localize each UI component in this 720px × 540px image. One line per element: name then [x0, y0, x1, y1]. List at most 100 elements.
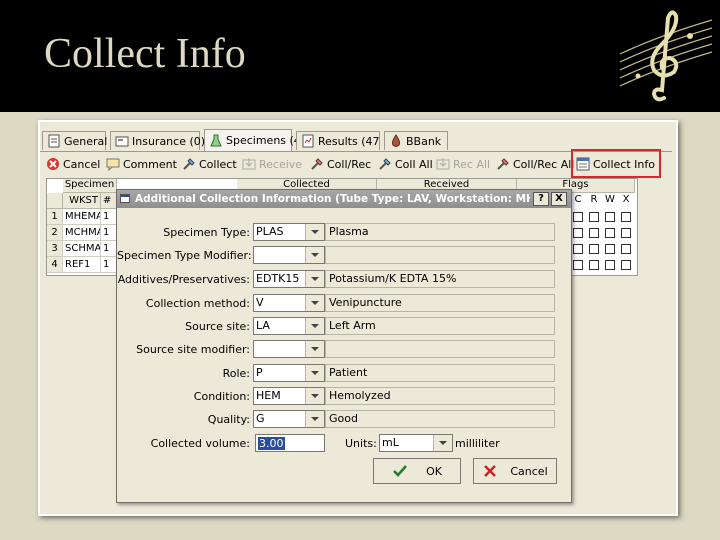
chevron-down-icon [311, 301, 319, 305]
flag-checkbox[interactable] [589, 212, 599, 222]
dialog-title-bar[interactable]: Additional Collection Information (Tube … [117, 190, 571, 208]
flag-checkbox[interactable] [573, 244, 583, 254]
rec-all-icon [436, 157, 450, 171]
window-icon [120, 194, 130, 203]
dropdown-button[interactable] [305, 365, 324, 381]
collect-info-highlight [571, 149, 661, 178]
receive-label: Receive [259, 157, 303, 171]
flag-checkbox[interactable] [605, 228, 615, 238]
description-field: Venipuncture [325, 294, 555, 312]
collect-icon [182, 157, 196, 171]
condition-combo[interactable]: HEM [253, 387, 325, 405]
dropdown-button[interactable] [305, 224, 324, 240]
role-combo[interactable]: P [253, 364, 325, 382]
flag-checkbox[interactable] [573, 260, 583, 270]
insurance-icon [115, 134, 129, 148]
coll-all-button[interactable]: Coll All [378, 155, 433, 173]
flag-checkbox[interactable] [589, 244, 599, 254]
cancel-button[interactable]: Cancel [46, 155, 100, 173]
tab-insurance[interactable]: Insurance (0) [110, 131, 205, 150]
chevron-down-icon [311, 230, 319, 234]
cancel-x-icon [482, 463, 498, 479]
tab-label: BBank [406, 134, 442, 148]
screenshot-frame: General Insurance (0) Specimens (4) Resu… [38, 120, 678, 516]
column-header-wkst[interactable]: WKST [63, 193, 101, 209]
tab-results[interactable]: Results (47 [296, 131, 380, 150]
coll-all-icon [378, 157, 392, 171]
dropdown-button[interactable] [305, 388, 324, 404]
collection-info-dialog: Additional Collection Information (Tube … [116, 189, 572, 503]
dialog-cancel-button[interactable]: Cancel [473, 458, 557, 484]
flag-checkbox[interactable] [589, 260, 599, 270]
field-label: Quality: [207, 413, 250, 426]
rec-all-button[interactable]: Rec All [436, 155, 490, 173]
description-field: Left Arm [325, 317, 555, 335]
slide-header: Collect Info [0, 0, 720, 112]
application-window: General Insurance (0) Specimens (4) Resu… [40, 122, 676, 514]
volume-value: 3.00 [258, 437, 285, 450]
coll-rec-button[interactable]: Coll/Rec [310, 155, 371, 173]
flag-checkbox[interactable] [621, 212, 631, 222]
dropdown-button[interactable] [433, 435, 452, 451]
dropdown-button[interactable] [305, 295, 324, 311]
chevron-down-icon [311, 277, 319, 281]
tab-specimens[interactable]: Specimens (4) [204, 129, 305, 151]
dropdown-button[interactable] [305, 271, 324, 287]
coll-rec-all-button[interactable]: Coll/Rec All [496, 155, 574, 173]
flag-checkbox[interactable] [605, 260, 615, 270]
coll-rec-all-label: Coll/Rec All [513, 157, 575, 171]
flag-checkbox[interactable] [589, 228, 599, 238]
tab-general[interactable]: General [42, 131, 107, 150]
dropdown-button[interactable] [305, 318, 324, 334]
group-header-specimen: Specimen [63, 179, 117, 193]
flag-checkbox[interactable] [573, 212, 583, 222]
flag-checkbox[interactable] [621, 228, 631, 238]
flag-checkbox[interactable] [621, 260, 631, 270]
collect-label: Collect [199, 157, 237, 171]
slide-title: Collect Info [44, 31, 246, 77]
chevron-down-icon [311, 324, 319, 328]
ok-button[interactable]: OK [373, 458, 461, 484]
tab-label: Insurance (0) [132, 134, 206, 148]
description-field: Potassium/K EDTA 15% [325, 270, 555, 288]
coll-rec-all-icon [496, 157, 510, 171]
flag-checkbox[interactable] [573, 228, 583, 238]
additives-combo[interactable]: EDTK15 [253, 270, 325, 288]
coll-all-label: Coll All [395, 157, 433, 171]
flag-header-w: W [605, 194, 615, 205]
close-button[interactable]: X [551, 192, 567, 206]
flag-checkbox[interactable] [605, 244, 615, 254]
field-label: Condition: [193, 390, 250, 403]
description-field [325, 246, 555, 264]
dropdown-button[interactable] [305, 411, 324, 427]
field-label: Additives/Preservatives: [117, 273, 250, 286]
dropdown-button[interactable] [305, 247, 324, 263]
collect-button[interactable]: Collect [182, 155, 237, 173]
row-number: 4 [47, 257, 63, 273]
flag-checkbox[interactable] [605, 212, 615, 222]
flag-header-r: R [590, 194, 598, 205]
comment-button[interactable]: Comment [106, 155, 177, 173]
collection-method-combo[interactable]: V [253, 294, 325, 312]
tab-bbank[interactable]: BBank [384, 131, 448, 150]
help-button[interactable]: ? [533, 192, 549, 206]
count-cell: 1 [101, 257, 117, 273]
specimen-type-modifier-combo[interactable] [253, 246, 325, 264]
receive-button[interactable]: Receive [242, 155, 302, 173]
units-combo[interactable]: mL [379, 434, 453, 452]
row-number: 3 [47, 241, 63, 257]
specimen-type-combo[interactable]: PLAS [253, 223, 325, 241]
chevron-down-icon [311, 347, 319, 351]
flag-checkbox[interactable] [621, 244, 631, 254]
collected-volume-input[interactable]: 3.00 [255, 434, 325, 452]
source-site-combo[interactable]: LA [253, 317, 325, 335]
cancel-icon [46, 157, 60, 171]
count-cell: 1 [101, 241, 117, 257]
code-value: LA [256, 319, 270, 332]
quality-combo[interactable]: G [253, 410, 325, 428]
column-header-count[interactable]: # [101, 193, 117, 209]
dropdown-button[interactable] [305, 341, 324, 357]
source-site-modifier-combo[interactable] [253, 340, 325, 358]
cancel-label: Cancel [510, 464, 548, 478]
wkst-cell: MCHMA [63, 225, 101, 241]
